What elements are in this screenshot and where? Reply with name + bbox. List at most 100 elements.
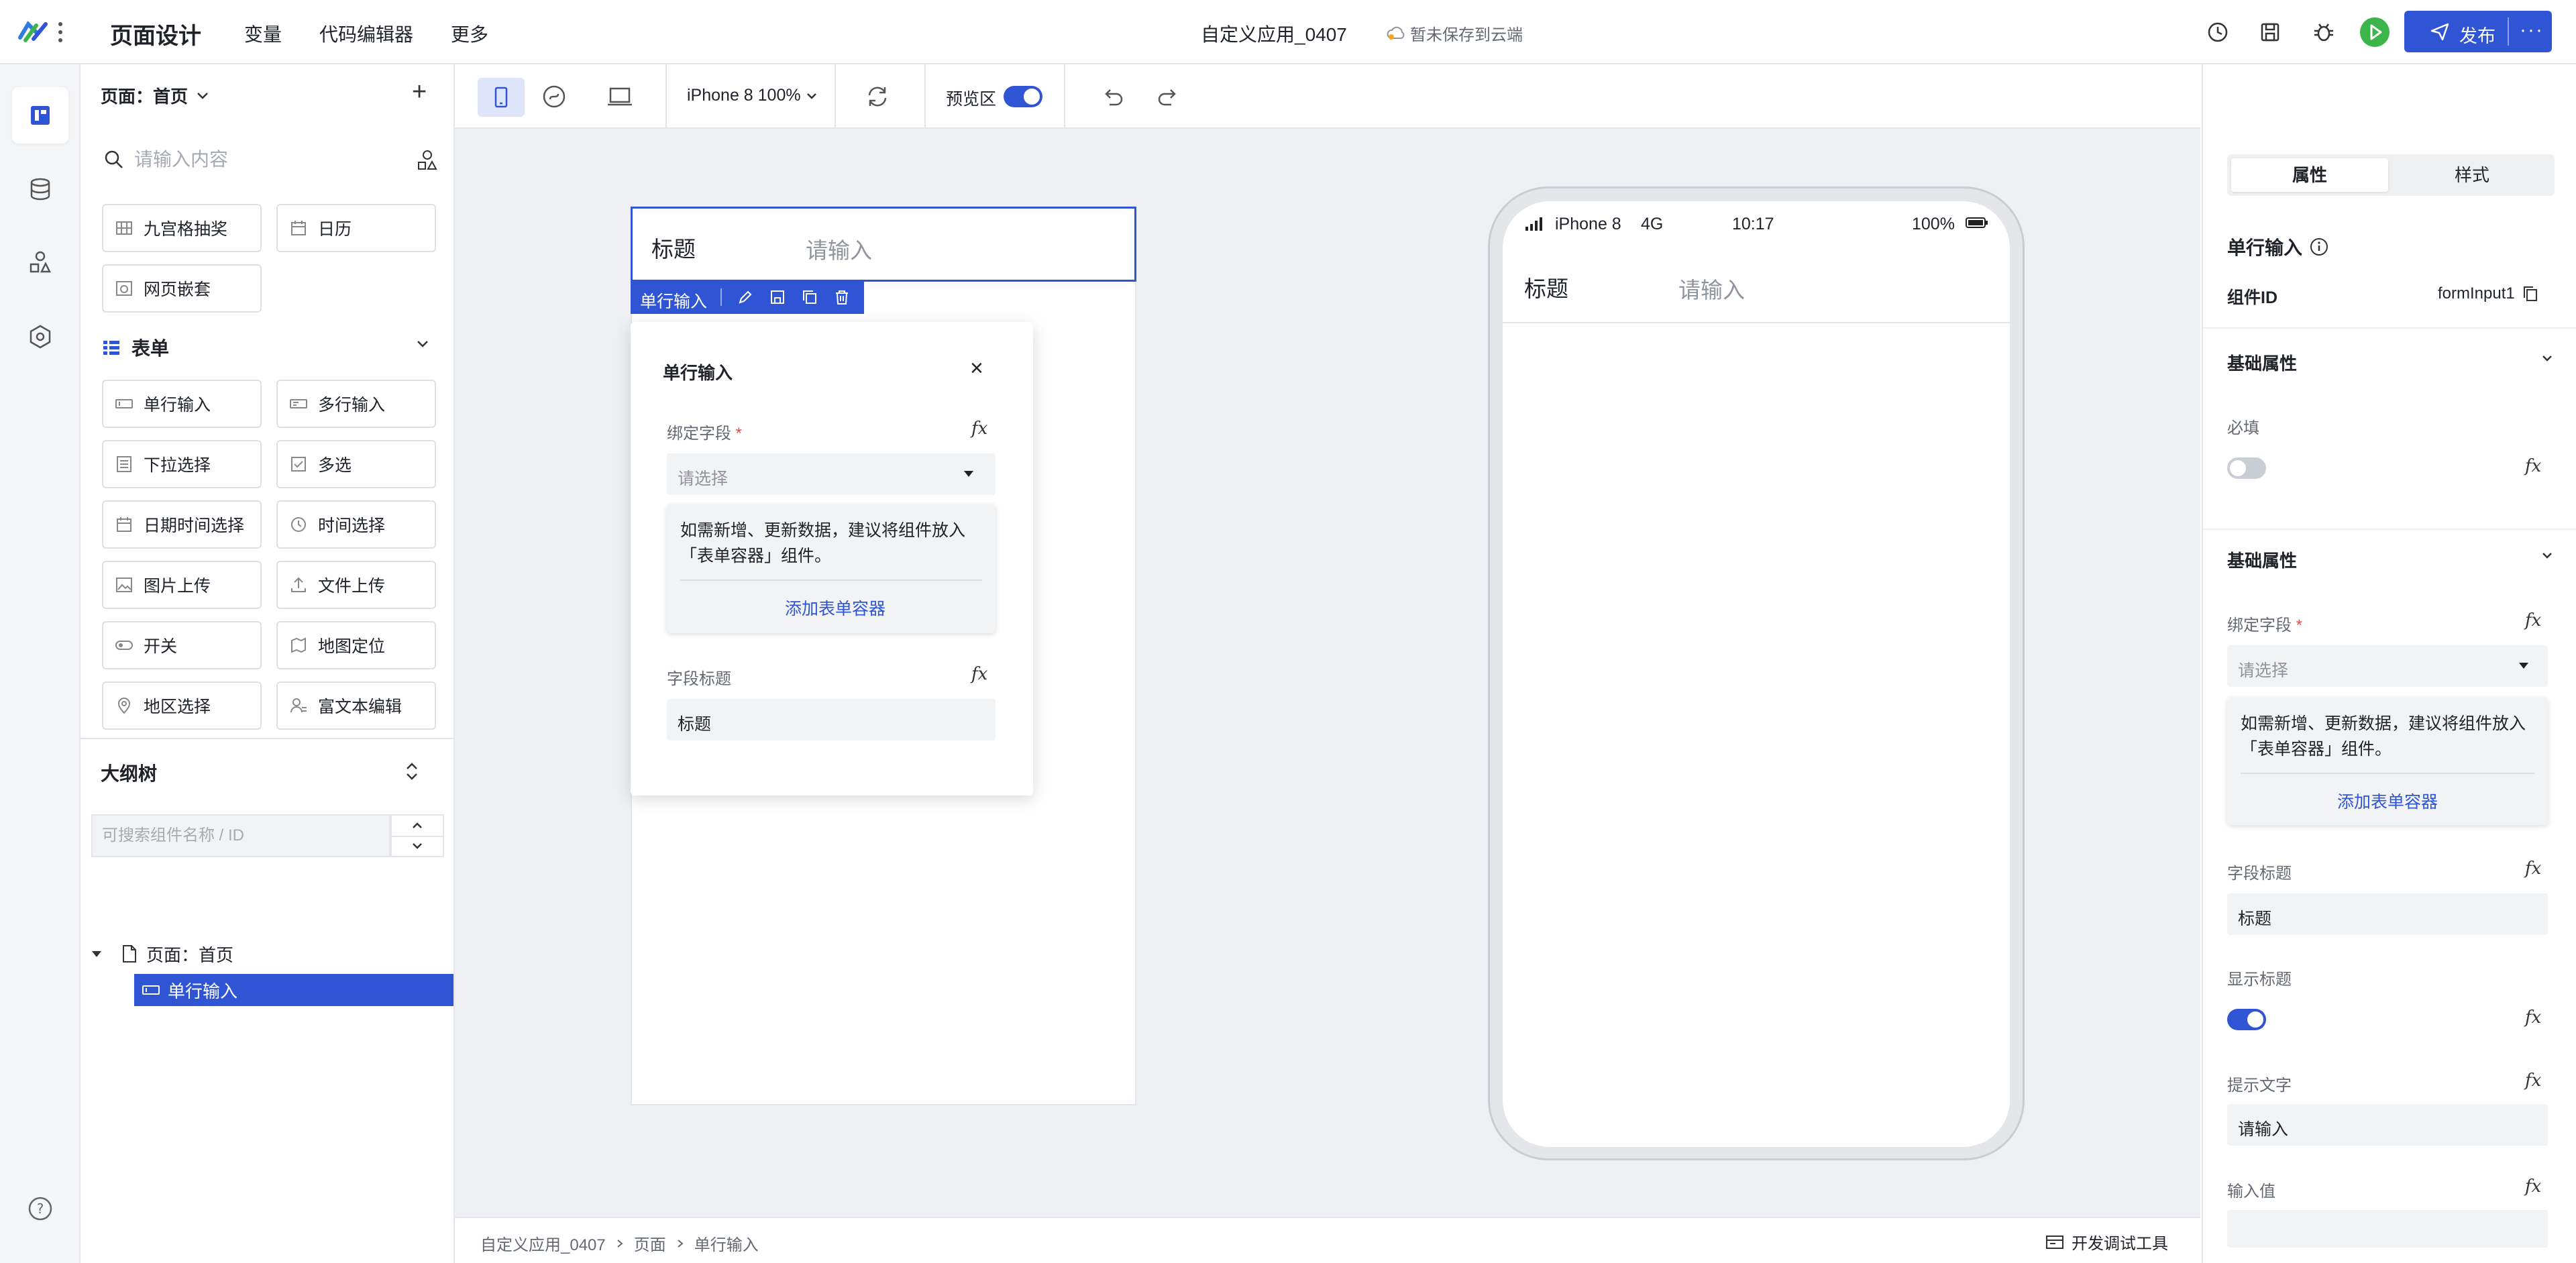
component-id: formInput1: [2438, 284, 2539, 303]
component-checkbox[interactable]: 多选: [276, 440, 436, 488]
refresh-icon[interactable]: [864, 83, 891, 110]
copy-icon[interactable]: [2522, 284, 2539, 303]
caret-down-icon: [962, 468, 975, 479]
app-logo-icon[interactable]: [16, 17, 70, 47]
component-map-location[interactable]: 地图定位: [276, 621, 436, 669]
page-selector[interactable]: 页面：首页: [101, 83, 209, 108]
formula-fx-icon[interactable]: fx: [2525, 1070, 2541, 1091]
component-lottery-grid[interactable]: 九宫格抽奖: [102, 204, 262, 252]
info-icon[interactable]: [2309, 237, 2329, 257]
input-label: 标题: [651, 237, 696, 262]
rail-settings-icon[interactable]: [12, 309, 68, 365]
edit-pencil-icon[interactable]: [737, 288, 754, 306]
caret-down-icon[interactable]: [90, 947, 103, 960]
component-calendar[interactable]: 日历: [276, 204, 436, 252]
undo-icon[interactable]: [1100, 85, 1126, 109]
hint-text-input[interactable]: 请输入: [2227, 1104, 2548, 1146]
formula-fx-icon[interactable]: fx: [2525, 456, 2541, 476]
tree-node-single-input[interactable]: 单行输入: [134, 974, 453, 1006]
bind-field-select[interactable]: 请选择: [2227, 645, 2548, 687]
chevron-down-icon[interactable]: [416, 339, 429, 349]
section-basic-props-2[interactable]: 基础属性: [2227, 547, 2297, 572]
formula-fx-icon[interactable]: fx: [2525, 1007, 2541, 1028]
device-selector[interactable]: iPhone 8 100%: [687, 86, 817, 105]
required-toggle[interactable]: [2227, 457, 2266, 479]
copy-icon[interactable]: [801, 288, 818, 306]
component-file-upload[interactable]: 文件上传: [276, 561, 436, 609]
phone-single-input[interactable]: 标题 请输入: [1503, 247, 2010, 323]
component-rich-text[interactable]: 富文本编辑: [276, 681, 436, 730]
add-form-container-link[interactable]: 添加表单容器: [2337, 789, 2438, 813]
history-icon[interactable]: [2204, 19, 2231, 46]
component-time[interactable]: 时间选择: [276, 500, 436, 549]
component-label: 图片上传: [144, 577, 211, 596]
search-input[interactable]: [134, 141, 389, 178]
mini-program-view-icon[interactable]: [541, 83, 568, 110]
component-search: [101, 141, 439, 178]
chevron-down-icon[interactable]: [2541, 354, 2553, 362]
component-single-input[interactable]: 单行输入: [102, 380, 262, 428]
nav-variables[interactable]: 变量: [244, 20, 282, 47]
nav-more[interactable]: 更多: [451, 20, 488, 47]
chevron-up-icon[interactable]: [409, 820, 425, 832]
nav-code-editor[interactable]: 代码编辑器: [319, 20, 413, 47]
tree-node-page[interactable]: 页面：首页: [80, 938, 453, 970]
breadcrumb-page[interactable]: 页面: [634, 1231, 666, 1255]
checkbox-icon: [288, 454, 309, 474]
close-icon[interactable]: ×: [970, 355, 983, 382]
mobile-view-icon[interactable]: [478, 78, 525, 117]
component-dropdown-select[interactable]: 下拉选择: [102, 440, 262, 488]
more-options-icon[interactable]: ···: [2520, 19, 2544, 42]
field-title-input[interactable]: 标题: [2227, 893, 2548, 935]
component-datetime[interactable]: 日期时间选择: [102, 500, 262, 549]
breadcrumb-component[interactable]: 单行输入: [694, 1231, 759, 1255]
expand-collapse-icon[interactable]: [404, 761, 420, 782]
input-value-field[interactable]: [2227, 1210, 2548, 1248]
component-switch[interactable]: 开关: [102, 621, 262, 669]
popover-title: 单行输入: [663, 363, 733, 383]
component-image-upload[interactable]: 图片上传: [102, 561, 262, 609]
chevron-down-icon[interactable]: [409, 840, 425, 852]
help-icon[interactable]: ?: [27, 1195, 54, 1222]
rail-page-design-icon[interactable]: [12, 87, 68, 144]
show-title-toggle[interactable]: [2227, 1009, 2266, 1030]
preview-toggle[interactable]: [1004, 86, 1042, 107]
delete-trash-icon[interactable]: [833, 288, 851, 306]
tab-style[interactable]: 样式: [2394, 158, 2551, 192]
run-preview-icon[interactable]: [2359, 16, 2391, 48]
debug-bug-icon[interactable]: [2310, 19, 2337, 46]
rail-database-icon[interactable]: [12, 161, 68, 217]
form-group-header[interactable]: 表单: [102, 334, 169, 361]
breadcrumb-app[interactable]: 自定义应用_0407: [480, 1231, 606, 1255]
formula-fx-icon[interactable]: fx: [971, 419, 987, 439]
breadcrumb: 自定义应用_0407 页面 单行输入: [480, 1231, 759, 1255]
component-iframe[interactable]: 网页嵌套: [102, 264, 262, 313]
section-basic-props-1[interactable]: 基础属性: [2227, 350, 2297, 375]
redo-icon[interactable]: [1155, 85, 1181, 109]
carrier-name: iPhone 8: [1555, 215, 1621, 233]
desktop-view-icon[interactable]: [606, 85, 633, 109]
formula-fx-icon[interactable]: fx: [2525, 859, 2541, 879]
add-form-container-link[interactable]: 添加表单容器: [785, 596, 885, 620]
field-title-input[interactable]: 标题: [667, 699, 996, 740]
formula-fx-icon[interactable]: fx: [971, 664, 987, 684]
component-id-label: 组件ID: [2227, 288, 2278, 307]
field-title-label: 字段标题: [667, 670, 731, 688]
devtools-button[interactable]: 开发调试工具: [2045, 1230, 2168, 1254]
chevron-down-icon[interactable]: [2541, 551, 2553, 559]
add-page-button[interactable]: +: [412, 78, 427, 107]
component-multi-input[interactable]: 多行输入: [276, 380, 436, 428]
publish-button[interactable]: 发布 ···: [2404, 11, 2552, 52]
formula-fx-icon[interactable]: fx: [2525, 610, 2541, 630]
save-icon[interactable]: [769, 288, 786, 306]
bind-field-select[interactable]: 请选择: [667, 453, 996, 495]
selected-single-input[interactable]: 标题 请输入: [631, 207, 1136, 282]
save-icon[interactable]: [2257, 19, 2284, 46]
outline-search-input[interactable]: [93, 816, 389, 856]
component-region-select[interactable]: 地区选择: [102, 681, 262, 730]
rail-components-icon[interactable]: [12, 235, 68, 291]
formula-fx-icon[interactable]: fx: [2525, 1176, 2541, 1197]
dropdown-icon: [114, 454, 134, 474]
component-library-icon[interactable]: [416, 149, 439, 172]
tab-properties[interactable]: 属性: [2231, 158, 2388, 192]
